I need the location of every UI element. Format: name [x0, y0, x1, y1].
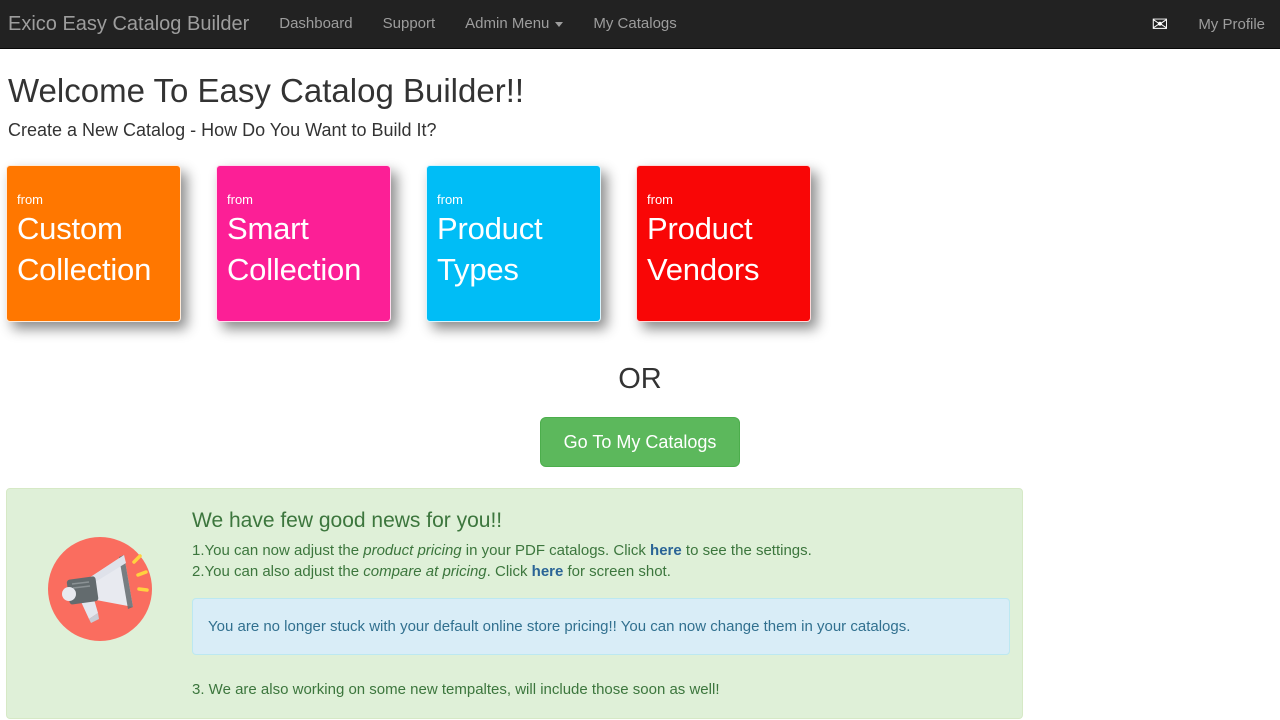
tile-product-types-line2: Types [437, 249, 600, 290]
or-label: OR [618, 363, 662, 395]
tile-smart-collection-line1: Smart [227, 208, 390, 249]
messages-link[interactable]: ✉ [1137, 0, 1184, 49]
nav-item-messages[interactable]: ✉ [1137, 0, 1184, 49]
news-item-1-prefix: 1.You can now adjust the [192, 542, 363, 559]
secondary-nav: ✉ My Profile [1137, 0, 1280, 49]
nav-item-profile[interactable]: My Profile [1183, 0, 1280, 49]
chevron-down-icon [555, 22, 563, 27]
nav-item-admin-menu[interactable]: Admin Menu [450, 0, 578, 49]
news-panel: We have few good news for you!! 1.You ca… [6, 488, 1023, 719]
catalog-source-tiles: from Custom Collection from Smart Collec… [0, 142, 1280, 322]
news-item-2-emphasis: compare at pricing [363, 563, 486, 580]
pricing-info-alert-text: You are no longer stuck with your defaul… [208, 618, 910, 635]
pricing-info-alert: You are no longer stuck with your defaul… [192, 598, 1010, 655]
tile-product-types-from: from [437, 192, 600, 207]
nav-link-admin-menu[interactable]: Admin Menu [450, 0, 578, 49]
news-body: We have few good news for you!! 1.You ca… [192, 489, 1024, 718]
news-item-2: 2.You can also adjust the compare at pri… [192, 561, 1010, 582]
nav-link-my-catalogs-label: My Catalogs [593, 14, 676, 34]
go-to-my-catalogs-button[interactable]: Go To My Catalogs [540, 417, 741, 467]
profile-link-label: My Profile [1198, 15, 1265, 35]
envelope-icon: ✉ [1152, 15, 1169, 35]
tile-smart-collection-line2: Collection [227, 249, 390, 290]
news-item-2-suffix: for screen shot. [563, 563, 671, 580]
nav-link-admin-menu-label: Admin Menu [465, 14, 549, 34]
news-item-1-link[interactable]: here [650, 542, 682, 559]
nav-item-dashboard[interactable]: Dashboard [264, 0, 367, 49]
profile-link[interactable]: My Profile [1183, 0, 1280, 49]
top-navbar: Exico Easy Catalog Builder Dashboard Sup… [0, 0, 1280, 49]
news-item-2-middle: . Click [487, 563, 532, 580]
news-item-1-suffix: to see the settings. [682, 542, 812, 559]
news-item-3: 3. We are also working on some new tempa… [192, 679, 1010, 700]
news-item-1-middle: in your PDF catalogs. Click [462, 542, 650, 559]
tile-product-vendors-line2: Vendors [647, 249, 810, 290]
tile-smart-collection-from: from [227, 192, 390, 207]
news-icon-column [7, 489, 192, 718]
primary-nav: Dashboard Support Admin Menu My Catalogs [264, 0, 692, 49]
tile-custom-collection[interactable]: from Custom Collection [6, 165, 181, 322]
tile-product-vendors[interactable]: from Product Vendors [636, 165, 811, 322]
nav-link-support[interactable]: Support [368, 0, 451, 49]
nav-item-support[interactable]: Support [368, 0, 451, 49]
nav-link-dashboard-label: Dashboard [279, 14, 352, 34]
nav-item-my-catalogs[interactable]: My Catalogs [578, 0, 691, 49]
tile-smart-collection[interactable]: from Smart Collection [216, 165, 391, 322]
tile-product-types-line1: Product [437, 208, 600, 249]
news-item-1-emphasis: product pricing [363, 542, 461, 559]
or-divider: OR [0, 322, 1280, 395]
tile-custom-collection-line1: Custom [17, 208, 180, 249]
nav-link-my-catalogs[interactable]: My Catalogs [578, 0, 691, 49]
tile-product-vendors-from: from [647, 192, 810, 207]
nav-link-dashboard[interactable]: Dashboard [264, 0, 367, 49]
page-title: Welcome To Easy Catalog Builder!! [0, 49, 1280, 111]
page-subtitle: Create a New Catalog - How Do You Want t… [0, 111, 1280, 142]
news-heading: We have few good news for you!! [192, 508, 1010, 534]
tile-product-vendors-line1: Product [647, 208, 810, 249]
cta-row: Go To My Catalogs [0, 395, 1280, 467]
news-item-2-prefix: 2.You can also adjust the [192, 563, 363, 580]
tile-custom-collection-line2: Collection [17, 249, 180, 290]
tile-custom-collection-from: from [17, 192, 180, 207]
nav-link-support-label: Support [383, 14, 436, 34]
news-item-2-link[interactable]: here [532, 563, 564, 580]
brand-logo-link[interactable]: Exico Easy Catalog Builder [0, 14, 264, 34]
news-item-1: 1.You can now adjust the product pricing… [192, 540, 1010, 561]
megaphone-icon [48, 537, 152, 641]
tile-product-types[interactable]: from Product Types [426, 165, 601, 322]
